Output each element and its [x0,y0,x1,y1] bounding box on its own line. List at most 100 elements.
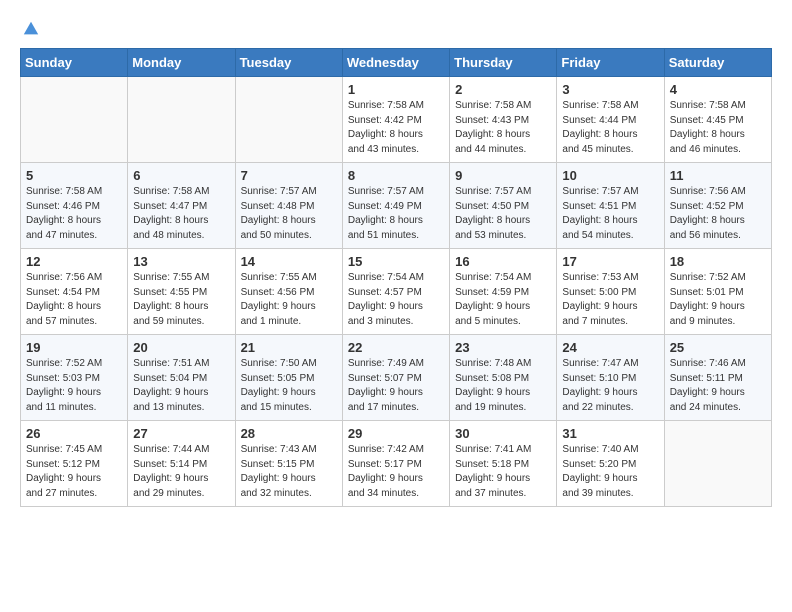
day-number: 31 [562,426,658,441]
calendar-cell: 8 Sunrise: 7:57 AM Sunset: 4:49 PM Daylig… [342,163,449,249]
day-info: Sunrise: 7:54 AM Sunset: 4:59 PM Dayligh… [455,271,551,329]
calendar-week-4: 19 Sunrise: 7:52 AM Sunset: 5:03 PM Dayli… [21,335,772,421]
day-info: Sunrise: 7:50 AM Sunset: 5:05 PM Dayligh… [241,357,337,415]
weekday-wednesday: Wednesday [342,49,449,77]
calendar-cell [235,77,342,163]
day-number: 4 [670,82,766,97]
calendar-cell: 7 Sunrise: 7:57 AM Sunset: 4:48 PM Daylig… [235,163,342,249]
day-info: Sunrise: 7:43 AM Sunset: 5:15 PM Dayligh… [241,443,337,501]
day-info: Sunrise: 7:53 AM Sunset: 5:00 PM Dayligh… [562,271,658,329]
calendar-cell: 24Sunrise: 7:47 AM Sunset: 5:10 PM Dayli… [557,335,664,421]
weekday-thursday: Thursday [450,49,557,77]
day-number: 27 [133,426,229,441]
calendar-cell: 27 Sunrise: 7:44 AM Sunset: 5:14 PM Dayli… [128,421,235,507]
day-info: Sunrise: 7:41 AM Sunset: 5:18 PM Dayligh… [455,443,551,501]
logo [20,20,42,38]
calendar-cell: 21 Sunrise: 7:50 AM Sunset: 5:05 PM Dayli… [235,335,342,421]
calendar-cell [664,421,771,507]
day-info: Sunrise: 7:55 AM Sunset: 4:55 PM Dayligh… [133,271,229,329]
calendar-cell: 23 Sunrise: 7:48 AM Sunset: 5:08 PM Dayli… [450,335,557,421]
day-info: Sunrise: 7:44 AM Sunset: 5:14 PM Dayligh… [133,443,229,501]
day-number: 21 [241,340,337,355]
day-info: Sunrise: 7:46 AM Sunset: 5:11 PM Dayligh… [670,357,766,415]
calendar-cell: 2 Sunrise: 7:58 AM Sunset: 4:43 PM Daylig… [450,77,557,163]
day-number: 25 [670,340,766,355]
day-number: 18 [670,254,766,269]
day-info: Sunrise: 7:54 AM Sunset: 4:57 PM Dayligh… [348,271,444,329]
calendar-cell: 6Sunrise: 7:58 AM Sunset: 4:47 PM Daylig… [128,163,235,249]
calendar-body: 1Sunrise: 7:58 AM Sunset: 4:42 PM Daylig… [21,77,772,507]
day-number: 9 [455,168,551,183]
calendar-cell: 25 Sunrise: 7:46 AM Sunset: 5:11 PM Dayli… [664,335,771,421]
day-number: 8 [348,168,444,183]
calendar-cell: 11 Sunrise: 7:56 AM Sunset: 4:52 PM Dayli… [664,163,771,249]
day-info: Sunrise: 7:48 AM Sunset: 5:08 PM Dayligh… [455,357,551,415]
calendar-cell: 17 Sunrise: 7:53 AM Sunset: 5:00 PM Dayli… [557,249,664,335]
day-info: Sunrise: 7:55 AM Sunset: 4:56 PM Dayligh… [241,271,337,329]
calendar-cell: 9 Sunrise: 7:57 AM Sunset: 4:50 PM Daylig… [450,163,557,249]
calendar-cell: 20 Sunrise: 7:51 AM Sunset: 5:04 PM Dayli… [128,335,235,421]
calendar-cell: 18 Sunrise: 7:52 AM Sunset: 5:01 PM Dayli… [664,249,771,335]
day-info: Sunrise: 7:58 AM Sunset: 4:44 PM Dayligh… [562,99,658,157]
page-header [20,20,772,38]
calendar-cell [128,77,235,163]
day-number: 6 [133,168,229,183]
day-number: 29 [348,426,444,441]
day-info: Sunrise: 7:57 AM Sunset: 4:51 PM Dayligh… [562,185,658,243]
calendar-cell: 22Sunrise: 7:49 AM Sunset: 5:07 PM Dayli… [342,335,449,421]
day-number: 14 [241,254,337,269]
calendar-week-5: 26Sunrise: 7:45 AM Sunset: 5:12 PM Dayli… [21,421,772,507]
calendar-cell: 5Sunrise: 7:58 AM Sunset: 4:46 PM Daylig… [21,163,128,249]
day-info: Sunrise: 7:51 AM Sunset: 5:04 PM Dayligh… [133,357,229,415]
day-info: Sunrise: 7:40 AM Sunset: 5:20 PM Dayligh… [562,443,658,501]
day-number: 3 [562,82,658,97]
day-info: Sunrise: 7:52 AM Sunset: 5:01 PM Dayligh… [670,271,766,329]
day-number: 23 [455,340,551,355]
day-info: Sunrise: 7:56 AM Sunset: 4:54 PM Dayligh… [26,271,122,329]
day-info: Sunrise: 7:58 AM Sunset: 4:45 PM Dayligh… [670,99,766,157]
day-info: Sunrise: 7:58 AM Sunset: 4:42 PM Dayligh… [348,99,444,157]
calendar-cell: 28 Sunrise: 7:43 AM Sunset: 5:15 PM Dayli… [235,421,342,507]
day-number: 2 [455,82,551,97]
calendar-cell: 30 Sunrise: 7:41 AM Sunset: 5:18 PM Dayli… [450,421,557,507]
day-number: 19 [26,340,122,355]
weekday-friday: Friday [557,49,664,77]
day-info: Sunrise: 7:52 AM Sunset: 5:03 PM Dayligh… [26,357,122,415]
day-info: Sunrise: 7:42 AM Sunset: 5:17 PM Dayligh… [348,443,444,501]
calendar-cell: 12 Sunrise: 7:56 AM Sunset: 4:54 PM Dayli… [21,249,128,335]
day-number: 7 [241,168,337,183]
day-number: 11 [670,168,766,183]
day-number: 15 [348,254,444,269]
calendar-cell: 13Sunrise: 7:55 AM Sunset: 4:55 PM Dayli… [128,249,235,335]
day-number: 17 [562,254,658,269]
day-info: Sunrise: 7:56 AM Sunset: 4:52 PM Dayligh… [670,185,766,243]
day-number: 20 [133,340,229,355]
calendar-cell: 1Sunrise: 7:58 AM Sunset: 4:42 PM Daylig… [342,77,449,163]
calendar-cell: 26Sunrise: 7:45 AM Sunset: 5:12 PM Dayli… [21,421,128,507]
day-number: 28 [241,426,337,441]
calendar-week-3: 12 Sunrise: 7:56 AM Sunset: 4:54 PM Dayli… [21,249,772,335]
day-info: Sunrise: 7:58 AM Sunset: 4:43 PM Dayligh… [455,99,551,157]
day-info: Sunrise: 7:57 AM Sunset: 4:48 PM Dayligh… [241,185,337,243]
logo-icon [22,20,40,38]
weekday-sunday: Sunday [21,49,128,77]
day-number: 12 [26,254,122,269]
calendar-header: SundayMondayTuesdayWednesdayThursdayFrid… [21,49,772,77]
calendar-cell: 4 Sunrise: 7:58 AM Sunset: 4:45 PM Daylig… [664,77,771,163]
weekday-monday: Monday [128,49,235,77]
calendar-cell: 14 Sunrise: 7:55 AM Sunset: 4:56 PM Dayli… [235,249,342,335]
day-info: Sunrise: 7:58 AM Sunset: 4:46 PM Dayligh… [26,185,122,243]
day-info: Sunrise: 7:49 AM Sunset: 5:07 PM Dayligh… [348,357,444,415]
day-info: Sunrise: 7:47 AM Sunset: 5:10 PM Dayligh… [562,357,658,415]
weekday-saturday: Saturday [664,49,771,77]
day-number: 16 [455,254,551,269]
day-info: Sunrise: 7:57 AM Sunset: 4:49 PM Dayligh… [348,185,444,243]
calendar-cell: 15 Sunrise: 7:54 AM Sunset: 4:57 PM Dayli… [342,249,449,335]
calendar-week-2: 5Sunrise: 7:58 AM Sunset: 4:46 PM Daylig… [21,163,772,249]
day-info: Sunrise: 7:57 AM Sunset: 4:50 PM Dayligh… [455,185,551,243]
calendar-cell: 31 Sunrise: 7:40 AM Sunset: 5:20 PM Dayli… [557,421,664,507]
day-number: 10 [562,168,658,183]
day-number: 30 [455,426,551,441]
calendar-cell: 10 Sunrise: 7:57 AM Sunset: 4:51 PM Dayli… [557,163,664,249]
weekday-header-row: SundayMondayTuesdayWednesdayThursdayFrid… [21,49,772,77]
